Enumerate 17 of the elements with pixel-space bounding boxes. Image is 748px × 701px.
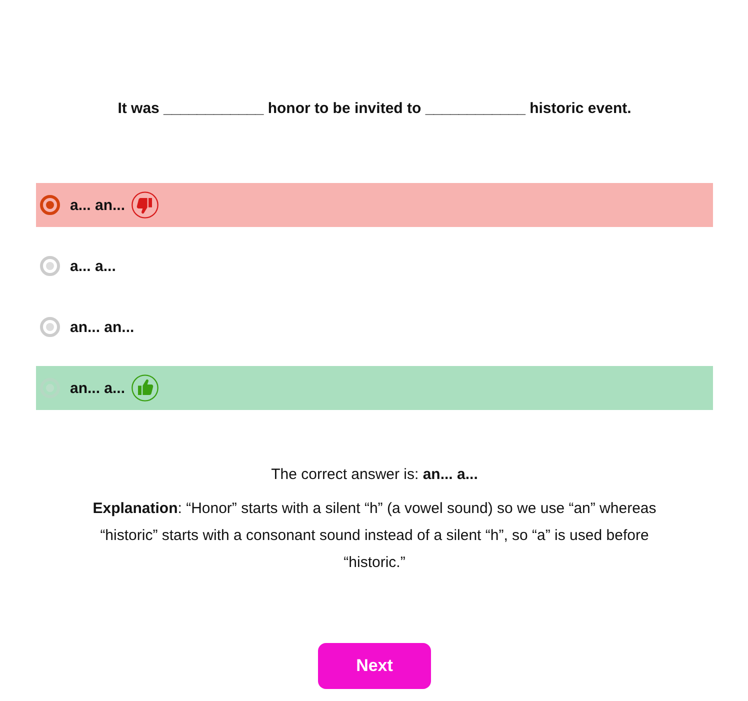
answer-option[interactable]: an... an... — [36, 305, 713, 349]
explanation-text: Explanation: “Honor” starts with a silent “h” (a vowel sound) so we use “an” whereas “historic” starts with a consonant sound instead of a silent “h”, so “a” is used before “historic.” — [92, 499, 658, 573]
option-label: an... a... — [70, 380, 126, 396]
correct-answer-option[interactable]: an... a... — [36, 366, 713, 410]
option-label: a... a... — [70, 258, 116, 274]
question-text: It was ____________ honor to be invited to ____________ historic event. — [116, 100, 632, 117]
thumbs-up-icon — [131, 374, 160, 402]
option-label: a... an... — [70, 196, 126, 214]
radio-button[interactable] — [40, 317, 60, 337]
next-button[interactable]: Next — [318, 643, 431, 689]
radio-button[interactable] — [40, 195, 60, 215]
answer-option[interactable]: a... a... — [36, 244, 713, 288]
option-label: an... an... — [70, 318, 134, 336]
wrong-answer-option[interactable]: a... an... — [36, 183, 713, 227]
thumbs-down-icon — [131, 191, 160, 219]
radio-button[interactable] — [40, 256, 60, 276]
correct-answer-text: The correct answer is: an... a... — [270, 466, 479, 483]
